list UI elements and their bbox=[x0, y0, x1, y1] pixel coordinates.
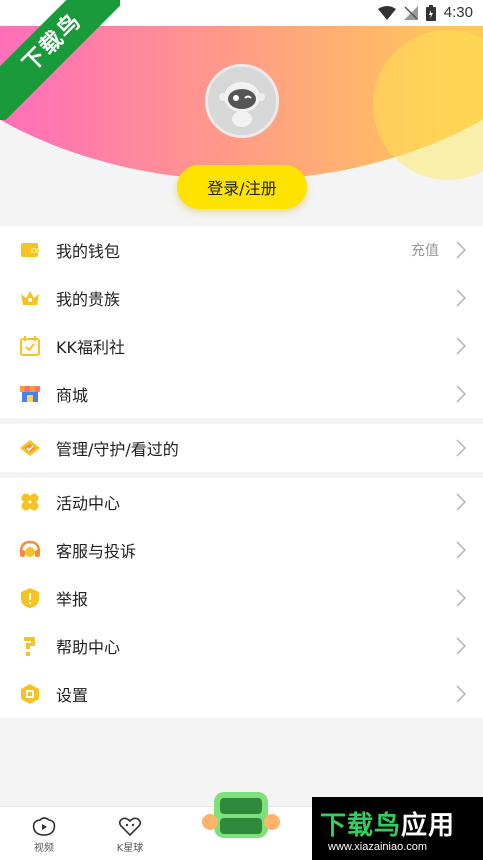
brand-title-white: 应用 bbox=[401, 811, 456, 841]
help-icon bbox=[24, 637, 35, 656]
menu-label: 我的钱包 bbox=[56, 242, 121, 261]
wifi-icon bbox=[377, 5, 396, 20]
calendar-check-icon bbox=[20, 336, 40, 356]
menu-item-shop[interactable]: 商城 bbox=[0, 370, 483, 418]
menu-item-manage[interactable]: 管理/守护/看过的 bbox=[0, 424, 483, 472]
chevron-right-icon bbox=[456, 493, 467, 511]
menu-label: 我的贵族 bbox=[56, 290, 121, 309]
chevron-right-icon bbox=[456, 385, 467, 403]
menu-item-customer-service[interactable]: 客服与投诉 bbox=[0, 526, 483, 574]
wallet-icon bbox=[21, 243, 39, 257]
chevron-right-icon bbox=[456, 541, 467, 559]
nav-planet-label: K星球 bbox=[116, 843, 144, 854]
nav-tab-planet[interactable]: K星球 bbox=[100, 815, 160, 854]
activity-icon bbox=[21, 493, 39, 511]
battery-icon bbox=[425, 4, 436, 21]
chevron-right-icon bbox=[456, 685, 467, 703]
menu-label: 活动中心 bbox=[56, 494, 121, 513]
menu-group-manage: 管理/守护/看过的 bbox=[0, 424, 483, 472]
menu-label: 客服与投诉 bbox=[56, 542, 137, 561]
menu-item-help[interactable]: 帮助中心 bbox=[0, 622, 483, 670]
heart-face-icon bbox=[118, 817, 142, 837]
settings-icon bbox=[21, 684, 39, 704]
menu-group-services: 活动中心 客服与投诉 举报 帮助中心 设置 bbox=[0, 478, 483, 718]
menu-item-report[interactable]: 举报 bbox=[0, 574, 483, 622]
menu-item-settings[interactable]: 设置 bbox=[0, 670, 483, 718]
brand-watermark: 下载鸟应用 www.xiazainiao.com bbox=[312, 797, 483, 860]
menu-label: 设置 bbox=[56, 686, 89, 705]
mascot-sticker-icon bbox=[202, 792, 280, 838]
watermark-text: 下载鸟 bbox=[0, 0, 120, 120]
chevron-right-icon bbox=[456, 289, 467, 307]
crown-icon bbox=[21, 291, 39, 305]
headset-icon bbox=[19, 540, 41, 557]
report-icon bbox=[21, 588, 39, 608]
menu-label: 帮助中心 bbox=[56, 638, 121, 657]
login-register-button[interactable]: 登录/注册 bbox=[177, 165, 307, 209]
brand-title-green: 下载鸟 bbox=[320, 811, 402, 841]
signal-icon bbox=[403, 5, 418, 20]
nav-tab-video[interactable]: 视频 bbox=[14, 815, 74, 854]
chevron-right-icon bbox=[456, 241, 467, 259]
menu-label: KK福利社 bbox=[56, 338, 125, 357]
chevron-right-icon bbox=[456, 337, 467, 355]
avatar[interactable] bbox=[205, 64, 279, 138]
video-icon bbox=[32, 817, 56, 836]
menu-label: 商城 bbox=[56, 386, 89, 405]
chevron-right-icon bbox=[456, 637, 467, 655]
chevron-right-icon bbox=[456, 589, 467, 607]
recharge-link[interactable]: 充值 bbox=[411, 240, 439, 260]
menu-item-wallet[interactable]: 我的钱包 充值 bbox=[0, 226, 483, 274]
status-time: 4:30 bbox=[443, 4, 473, 21]
menu-label: 管理/守护/看过的 bbox=[56, 440, 179, 459]
menu-item-noble[interactable]: 我的贵族 bbox=[0, 274, 483, 322]
menu-item-welfare[interactable]: KK福利社 bbox=[0, 322, 483, 370]
menu-item-activity[interactable]: 活动中心 bbox=[0, 478, 483, 526]
chevron-right-icon bbox=[456, 439, 467, 457]
nav-video-label: 视频 bbox=[34, 843, 54, 854]
menu-label: 举报 bbox=[56, 590, 89, 609]
watermark-ribbon: 下载鸟 bbox=[0, 0, 120, 120]
brand-url: www.xiazainiao.com bbox=[328, 841, 428, 853]
robot-avatar-icon bbox=[208, 67, 276, 135]
shop-icon bbox=[20, 386, 40, 402]
menu-group-account: 我的钱包 充值 我的贵族 KK福利社 商城 bbox=[0, 226, 483, 418]
brand-title: 下载鸟应用 bbox=[320, 805, 455, 842]
diamond-icon bbox=[20, 440, 40, 456]
